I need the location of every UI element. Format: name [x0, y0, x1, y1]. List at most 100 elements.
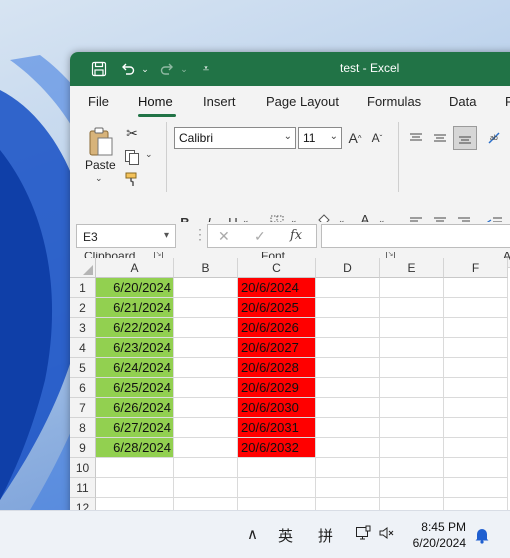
cell-b2[interactable] [174, 298, 238, 318]
cell-a10[interactable] [96, 458, 174, 478]
column-header-f[interactable]: F [444, 258, 508, 278]
volume-muted-icon[interactable] [378, 525, 396, 545]
cell-c1[interactable]: 20/6/2024 [238, 278, 316, 298]
cell-b6[interactable] [174, 378, 238, 398]
row-header-8[interactable]: 8 [70, 418, 96, 438]
orientation-icon[interactable]: ab [484, 128, 506, 148]
cell-e4[interactable] [380, 338, 444, 358]
cancel-icon[interactable]: ✕ [218, 228, 230, 245]
cell-e5[interactable] [380, 358, 444, 378]
cell-f4[interactable] [444, 338, 508, 358]
save-icon[interactable] [88, 58, 110, 80]
cell-b9[interactable] [174, 438, 238, 458]
cell-c3[interactable]: 20/6/2026 [238, 318, 316, 338]
column-header-d[interactable]: D [316, 258, 380, 278]
tab-data[interactable]: Data [449, 94, 476, 109]
cell-c5[interactable]: 20/6/2028 [238, 358, 316, 378]
cell-a5[interactable]: 6/24/2024 [96, 358, 174, 378]
row-header-5[interactable]: 5 [70, 358, 96, 378]
row-header-10[interactable]: 10 [70, 458, 96, 478]
cell-d9[interactable] [316, 438, 380, 458]
cell-c8[interactable]: 20/6/2031 [238, 418, 316, 438]
cell-b11[interactable] [174, 478, 238, 498]
cell-c2[interactable]: 20/6/2025 [238, 298, 316, 318]
font-size-combo[interactable]: 11 ⌄ [298, 127, 342, 149]
network-icon[interactable] [355, 525, 371, 545]
paste-label[interactable]: Paste [85, 158, 116, 172]
row-header-6[interactable]: 6 [70, 378, 96, 398]
increase-font-size-icon[interactable]: A ^ [346, 128, 364, 148]
cell-d8[interactable] [316, 418, 380, 438]
cell-a6[interactable]: 6/25/2024 [96, 378, 174, 398]
cell-b1[interactable] [174, 278, 238, 298]
cell-f3[interactable] [444, 318, 508, 338]
cell-e2[interactable] [380, 298, 444, 318]
insert-function-icon[interactable]: fx [290, 228, 302, 243]
tab-formulas[interactable]: Formulas [367, 94, 421, 109]
select-all-button[interactable] [70, 258, 96, 278]
column-header-a[interactable]: A [96, 258, 174, 278]
row-header-1[interactable]: 1 [70, 278, 96, 298]
middle-align-icon[interactable] [430, 128, 450, 148]
paste-dropdown-icon[interactable]: ⌄ [95, 173, 103, 184]
format-painter-icon[interactable] [121, 168, 143, 190]
cell-f6[interactable] [444, 378, 508, 398]
cell-e10[interactable] [380, 458, 444, 478]
formula-bar-grip-icon[interactable]: ⋮ [193, 226, 207, 243]
cell-c11[interactable] [238, 478, 316, 498]
cell-a11[interactable] [96, 478, 174, 498]
cell-f5[interactable] [444, 358, 508, 378]
formula-input[interactable] [321, 224, 510, 248]
cell-d4[interactable] [316, 338, 380, 358]
cell-f11[interactable] [444, 478, 508, 498]
cell-d6[interactable] [316, 378, 380, 398]
cell-a7[interactable]: 6/26/2024 [96, 398, 174, 418]
cell-e1[interactable] [380, 278, 444, 298]
row-header-3[interactable]: 3 [70, 318, 96, 338]
copy-dropdown-icon[interactable]: ⌄ [145, 149, 153, 160]
ime-pinyin[interactable]: 拼 [318, 525, 333, 546]
cell-d5[interactable] [316, 358, 380, 378]
column-header-c[interactable]: C [238, 258, 316, 278]
font-name-combo[interactable]: Calibri ⌄ [174, 127, 296, 149]
cell-f2[interactable] [444, 298, 508, 318]
cell-d2[interactable] [316, 298, 380, 318]
top-align-icon[interactable] [406, 128, 426, 148]
cell-a9[interactable]: 6/28/2024 [96, 438, 174, 458]
cell-b8[interactable] [174, 418, 238, 438]
cell-e3[interactable] [380, 318, 444, 338]
column-header-b[interactable]: B [174, 258, 238, 278]
column-header-e[interactable]: E [380, 258, 444, 278]
row-header-4[interactable]: 4 [70, 338, 96, 358]
cell-e9[interactable] [380, 438, 444, 458]
enter-icon[interactable]: ✓ [254, 228, 266, 245]
cell-a4[interactable]: 6/23/2024 [96, 338, 174, 358]
tab-file[interactable]: File [88, 94, 109, 109]
decrease-font-size-icon[interactable]: Aˇ [368, 128, 386, 148]
cell-a3[interactable]: 6/22/2024 [96, 318, 174, 338]
cell-f7[interactable] [444, 398, 508, 418]
row-header-9[interactable]: 9 [70, 438, 96, 458]
cell-d3[interactable] [316, 318, 380, 338]
paste-icon[interactable] [86, 126, 116, 158]
bottom-align-icon[interactable] [453, 126, 477, 150]
ime-mode-english[interactable]: 英 [278, 525, 293, 546]
row-header-11[interactable]: 11 [70, 478, 96, 498]
cell-d7[interactable] [316, 398, 380, 418]
undo-dropdown-icon[interactable]: ⌄ [134, 58, 156, 80]
tab-review[interactable]: R [505, 94, 510, 109]
row-header-2[interactable]: 2 [70, 298, 96, 318]
cell-d1[interactable] [316, 278, 380, 298]
copy-icon[interactable] [121, 146, 143, 168]
clock[interactable]: 8:45 PM 6/20/2024 [413, 519, 466, 551]
cell-e8[interactable] [380, 418, 444, 438]
redo-dropdown-icon[interactable]: ⌄ [173, 58, 195, 80]
tab-page-layout[interactable]: Page Layout [266, 94, 339, 109]
cell-c6[interactable]: 20/6/2029 [238, 378, 316, 398]
cell-c7[interactable]: 20/6/2030 [238, 398, 316, 418]
cell-b5[interactable] [174, 358, 238, 378]
cell-b7[interactable] [174, 398, 238, 418]
cell-d11[interactable] [316, 478, 380, 498]
name-box[interactable]: E3 ▾ [76, 224, 176, 248]
cell-b4[interactable] [174, 338, 238, 358]
